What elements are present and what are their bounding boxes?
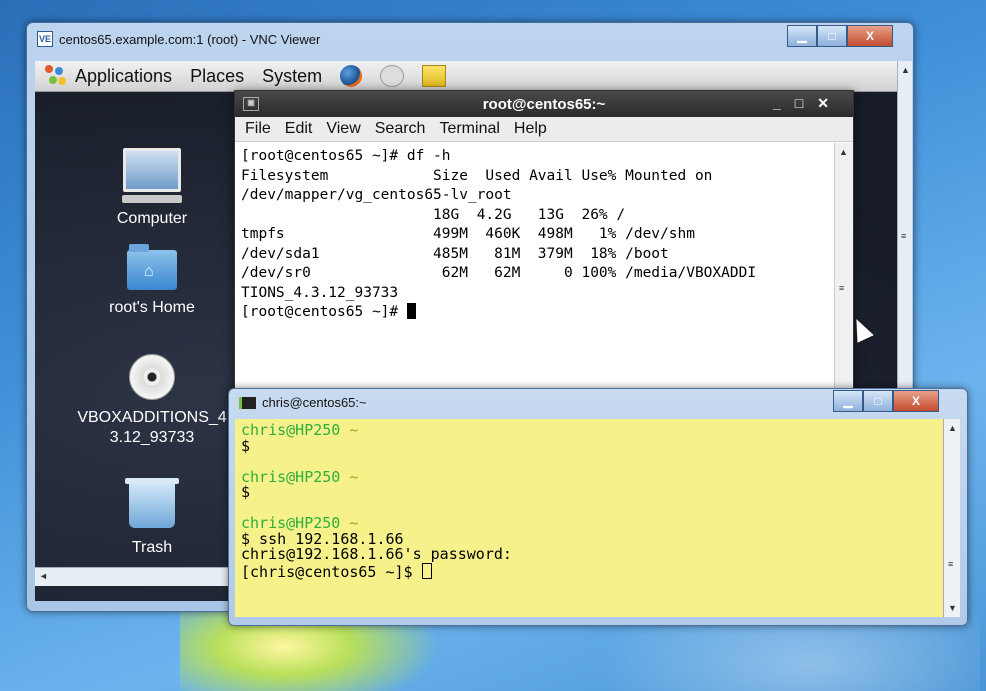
scroll-left-arrow-icon[interactable]: ◄ [39, 571, 48, 581]
cygwin-terminal-window[interactable]: chris@centos65:~ ▁ □ X chris@HP250 ~ $ ch… [228, 388, 968, 626]
desktop-icon-label: Trash [131, 539, 173, 556]
terminal-window-controls[interactable]: _□✕ [773, 95, 843, 112]
desktop-icon-label: Computer [116, 210, 188, 227]
cygwin-window-title: chris@centos65:~ [262, 395, 367, 410]
final-prompt-line: [chris@centos65 ~]$ [241, 562, 937, 581]
vnc-logo-icon: VE [37, 31, 53, 47]
scroll-up-arrow-icon[interactable]: ▲ [948, 423, 957, 433]
terminal-line: 18G 4.2G 13G 26% / [241, 206, 626, 223]
cygwin-window-controls: ▁ □ X [833, 390, 939, 412]
menu-terminal[interactable]: Terminal [439, 120, 499, 138]
notes-launcher-icon[interactable] [422, 65, 447, 87]
final-prompt: [chris@centos65 ~]$ [241, 562, 422, 581]
terminal-titlebar: ▣ root@centos65:~ _□✕ [235, 91, 853, 117]
terminal-prompt: [root@centos65 ~]# [241, 304, 407, 320]
menu-view[interactable]: View [326, 120, 360, 138]
vnc-window-title: centos65.example.com:1 (root) - VNC View… [59, 31, 321, 47]
prompt-user-host: chris@HP250 [241, 421, 341, 439]
scroll-down-arrow-icon[interactable]: ▼ [948, 603, 957, 613]
scroll-up-arrow-icon[interactable]: ▲ [901, 65, 910, 75]
close-button[interactable]: X [893, 390, 939, 412]
prompt-path: ~ [340, 421, 359, 439]
trash-icon [125, 478, 179, 528]
cygwin-cursor [421, 562, 432, 579]
prompt-user-host: chris@HP250 [241, 467, 341, 486]
gnome-top-panel: Applications Places System [35, 61, 897, 92]
home-folder-icon: ⌂ [127, 244, 177, 290]
terminal-line: /dev/sda1 485M 81M 379M 18% /boot [241, 245, 669, 262]
firefox-launcher-icon[interactable] [340, 65, 363, 87]
prompt-header: chris@HP250 ~ [241, 467, 937, 486]
close-button[interactable]: X [847, 25, 893, 47]
maximize-button[interactable]: □ [863, 390, 893, 412]
mail-launcher-icon[interactable] [380, 65, 405, 87]
desktop-icon-trash[interactable]: Trash [77, 478, 227, 558]
vnc-window-controls: ▁ □ X [787, 25, 893, 47]
panel-menu-applications[interactable]: Applications [75, 66, 172, 87]
scroll-grip-icon[interactable]: ≡ [948, 559, 953, 569]
desktop-icon-computer[interactable]: Computer [77, 148, 227, 229]
terminal-line: [root@centos65 ~]# df -h [241, 148, 451, 164]
vnc-titlebar: VE centos65.example.com:1 (root) - VNC V… [37, 31, 320, 47]
cygwin-icon [239, 396, 256, 409]
menu-edit[interactable]: Edit [285, 120, 313, 138]
menu-search[interactable]: Search [375, 120, 426, 138]
gnome-foot-icon [45, 65, 67, 87]
cd-icon [129, 354, 175, 400]
desktop-icon-home[interactable]: ⌂ root's Home [77, 244, 227, 318]
scroll-grip-icon[interactable]: ≡ [839, 283, 844, 293]
computer-icon [123, 148, 181, 192]
vnc-horizontal-scrollbar[interactable]: ◄ [35, 567, 235, 586]
prompt-header: chris@HP250 ~ [241, 421, 937, 439]
cygwin-scrollbar[interactable]: ▲ ≡ ▼ [943, 419, 960, 617]
terminal-line: /dev/mapper/vg_centos65-lv_root [241, 187, 512, 203]
minimize-button[interactable]: ▁ [787, 25, 817, 47]
terminal-cursor [406, 303, 416, 319]
panel-menu-system[interactable]: System [262, 66, 322, 87]
scroll-grip-icon[interactable]: ≡ [901, 231, 906, 241]
terminal-line: TIONS_4.3.12_93733 [241, 284, 399, 301]
menu-file[interactable]: File [245, 120, 271, 138]
terminal-line: tmpfs 499M 460K 498M 1% /dev/shm [241, 226, 695, 242]
menu-help[interactable]: Help [514, 120, 547, 138]
prompt-command: $ [241, 483, 251, 501]
terminal-line: Filesystem Size Used Avail Use% Mounted … [241, 167, 713, 184]
minimize-button[interactable]: ▁ [833, 390, 863, 412]
terminal-title: root@centos65:~ [482, 95, 606, 113]
scroll-up-arrow-icon[interactable]: ▲ [839, 147, 848, 157]
cygwin-titlebar: chris@centos65:~ [239, 395, 367, 410]
panel-menu-places[interactable]: Places [190, 66, 244, 87]
desktop-icon-label: root's Home [109, 299, 195, 316]
desktop-icon-label: 3.12_93733 [109, 429, 195, 446]
password-prompt: chris@192.168.1.66's password: [241, 545, 512, 563]
terminal-line: /dev/sr0 62M 62M 0 100% /media/VBOXADDI [241, 265, 757, 281]
desktop-icon-vboxadditions[interactable]: VBOXADDITIONS_4 3.12_93733 [77, 354, 227, 448]
computer-stand [122, 195, 182, 203]
maximize-button[interactable]: □ [817, 25, 847, 47]
prompt-command: $ [241, 436, 251, 455]
terminal-icon: ▣ [243, 97, 259, 111]
prompt-path: ~ [340, 467, 359, 486]
terminal-menubar: File Edit View Search Terminal Help [235, 117, 853, 142]
cygwin-terminal-output[interactable]: chris@HP250 ~ $ chris@HP250 ~ $ chris@HP25… [235, 419, 943, 617]
desktop-icon-label: VBOXADDITIONS_4 [77, 409, 227, 426]
terminal-prompt-line: [root@centos65 ~]# [241, 303, 827, 323]
